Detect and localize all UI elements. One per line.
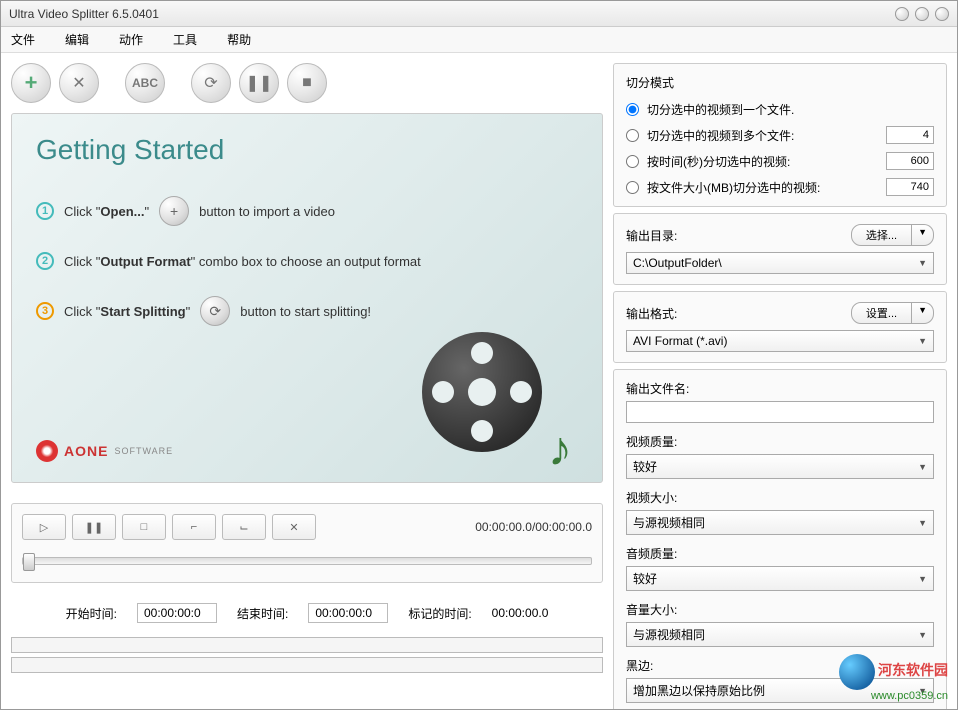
time-labels: 开始时间: 00:00:00:0 结束时间: 00:00:00:0 标记的时间:… <box>11 603 603 623</box>
chevron-down-icon: ▼ <box>918 462 927 472</box>
delete-button[interactable]: ✕ <box>59 63 99 103</box>
step-3-number: 3 <box>36 302 54 320</box>
chevron-down-icon: ▼ <box>918 336 927 346</box>
border-combo[interactable]: 增加黑边以保持原始比例 ▼ <box>626 678 934 703</box>
seek-handle[interactable] <box>23 553 35 571</box>
video-quality-combo[interactable]: 较好 ▼ <box>626 454 934 479</box>
open-icon: + <box>159 196 189 226</box>
step-1: 1 Click "Open..." + button to import a v… <box>36 196 578 226</box>
step-1-number: 1 <box>36 202 54 220</box>
progress-bar-2 <box>11 657 603 673</box>
format-settings-button[interactable]: 设置... <box>851 302 912 324</box>
step-2-number: 2 <box>36 252 54 270</box>
choose-dir-button[interactable]: 选择... <box>851 224 912 246</box>
music-note-icon: ♪ <box>548 422 572 477</box>
output-format-combo[interactable]: AVI Format (*.avi) ▼ <box>626 330 934 352</box>
mark-in-button[interactable]: ⌐ <box>172 514 216 540</box>
choose-dir-dropdown[interactable]: ▼ <box>912 224 934 246</box>
settings-group: 输出文件名: 视频质量: 较好 ▼ 视频大小: 与源视频相同 ▼ 音频质量: 较… <box>613 369 947 709</box>
player-controls: ▷ ❚❚ □ ⌐ ⌙ ✕ 00:00:00.0/00:00:00.0 <box>11 503 603 583</box>
split-mode-single-radio[interactable] <box>626 103 639 116</box>
chevron-down-icon: ▼ <box>918 686 927 696</box>
chevron-down-icon: ▼ <box>918 258 927 268</box>
video-size-combo[interactable]: 与源视频相同 ▼ <box>626 510 934 535</box>
menubar: 文件 编辑 动作 工具 帮助 <box>1 27 957 53</box>
volume-combo[interactable]: 与源视频相同 ▼ <box>626 622 934 647</box>
output-filename-input[interactable] <box>626 401 934 423</box>
window-title: Ultra Video Splitter 6.5.0401 <box>9 7 159 21</box>
pause-button[interactable]: ❚❚ <box>239 63 279 103</box>
titlebar: Ultra Video Splitter 6.5.0401 <box>1 1 957 27</box>
toolbar: + ✕ ABC ⟳ ❚❚ ■ <box>11 63 603 103</box>
abc-button[interactable]: ABC <box>125 63 165 103</box>
split-seconds-input[interactable] <box>886 152 934 170</box>
maximize-button[interactable] <box>915 7 929 21</box>
menu-tools[interactable]: 工具 <box>173 31 197 48</box>
film-reel-graphic: ♪ <box>422 332 562 472</box>
split-mode-multi-radio[interactable] <box>626 129 639 142</box>
minimize-button[interactable] <box>895 7 909 21</box>
split-mb-input[interactable] <box>886 178 934 196</box>
chevron-down-icon: ▼ <box>918 574 927 584</box>
clear-marks-button[interactable]: ✕ <box>272 514 316 540</box>
time-display: 00:00:00.0/00:00:00.0 <box>475 520 592 534</box>
mark-out-button[interactable]: ⌙ <box>222 514 266 540</box>
player-pause-button[interactable]: ❚❚ <box>72 514 116 540</box>
step-2: 2 Click "Output Format" combo box to cho… <box>36 252 578 270</box>
start-time-input[interactable]: 00:00:00:0 <box>137 603 217 623</box>
menu-help[interactable]: 帮助 <box>227 31 251 48</box>
menu-edit[interactable]: 编辑 <box>65 31 89 48</box>
progress-bar-1 <box>11 637 603 653</box>
split-icon: ⟳ <box>200 296 230 326</box>
output-dir-group: 输出目录: 选择... ▼ C:\OutputFolder\ ▼ <box>613 213 947 285</box>
step-3: 3 Click "Start Splitting" ⟳ button to st… <box>36 296 578 326</box>
menu-file[interactable]: 文件 <box>11 31 35 48</box>
audio-quality-combo[interactable]: 较好 ▼ <box>626 566 934 591</box>
preview-area: Getting Started 1 Click "Open..." + butt… <box>11 113 603 483</box>
menu-action[interactable]: 动作 <box>119 31 143 48</box>
split-count-input[interactable] <box>886 126 934 144</box>
output-dir-combo[interactable]: C:\OutputFolder\ ▼ <box>626 252 934 274</box>
seek-slider[interactable] <box>22 557 592 565</box>
split-mode-group: 切分模式 切分选中的视频到一个文件. 切分选中的视频到多个文件: 按时间(秒)分… <box>613 63 947 207</box>
aone-logo-icon <box>36 440 58 462</box>
end-time-input[interactable]: 00:00:00:0 <box>308 603 388 623</box>
split-mode-size-radio[interactable] <box>626 181 639 194</box>
format-settings-dropdown[interactable]: ▼ <box>912 302 934 324</box>
output-format-group: 输出格式: 设置... ▼ AVI Format (*.avi) ▼ <box>613 291 947 363</box>
split-mode-time-radio[interactable] <box>626 155 639 168</box>
getting-started-title: Getting Started <box>36 134 578 166</box>
stop-button[interactable]: ■ <box>287 63 327 103</box>
close-button[interactable] <box>935 7 949 21</box>
chevron-down-icon: ▼ <box>918 518 927 528</box>
add-button[interactable]: + <box>11 63 51 103</box>
mark-time-value: 00:00:00.0 <box>492 606 549 620</box>
refresh-button[interactable]: ⟳ <box>191 63 231 103</box>
split-mode-title: 切分模式 <box>626 74 934 91</box>
player-stop-button[interactable]: □ <box>122 514 166 540</box>
brand-logo: AONE SOFTWARE <box>36 440 173 462</box>
play-button[interactable]: ▷ <box>22 514 66 540</box>
chevron-down-icon: ▼ <box>918 630 927 640</box>
